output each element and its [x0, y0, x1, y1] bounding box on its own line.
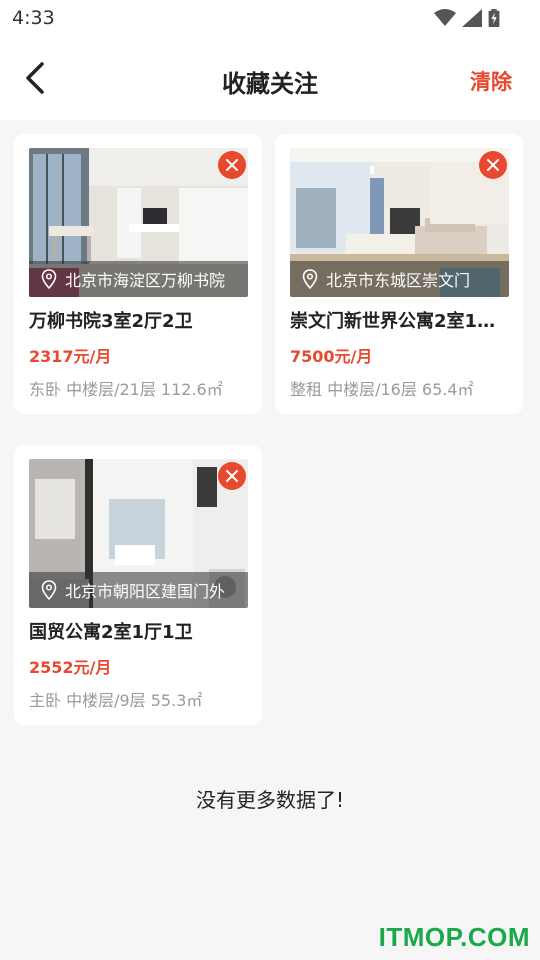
nav-bar: 收藏关注 清除: [0, 40, 540, 120]
address-text: 北京市朝阳区建国门外: [65, 582, 225, 601]
close-icon: [226, 159, 238, 171]
address-overlay: 北京市海淀区万柳书院: [29, 261, 248, 297]
listing-title: 崇文门新世界公寓2室1厅1卫: [290, 311, 512, 332]
listing-photo[interactable]: 北京市海淀区万柳书院: [29, 148, 248, 297]
close-icon: [487, 159, 499, 171]
wifi-icon: [434, 9, 456, 26]
listing-price: 2317元/月: [29, 347, 112, 366]
listing-meta: 主卧 中楼层/9层 55.3㎡: [29, 691, 203, 710]
status-bar: 4:33: [0, 0, 540, 40]
listing-title: 国贸公寓2室1厅1卫: [29, 622, 193, 643]
remove-favorite-button[interactable]: [218, 151, 246, 179]
remove-favorite-button[interactable]: [479, 151, 507, 179]
listing-meta: 整租 中楼层/16层 65.4㎡: [290, 380, 474, 399]
favorite-card[interactable]: 北京市海淀区万柳书院 万柳书院3室2厅2卫 2317元/月 东卧 中楼层/21层…: [14, 134, 262, 414]
location-pin-icon: [41, 580, 57, 600]
listing-photo[interactable]: 北京市朝阳区建国门外: [29, 459, 248, 608]
address-overlay: 北京市朝阳区建国门外: [29, 572, 248, 608]
status-time: 4:33: [12, 7, 55, 29]
listing-price: 2552元/月: [29, 658, 112, 677]
listing-title: 万柳书院3室2厅2卫: [29, 311, 193, 332]
status-icons: [434, 8, 500, 28]
location-pin-icon: [302, 269, 318, 289]
listing-photo[interactable]: 北京市东城区崇文门: [290, 148, 509, 297]
address-text: 北京市海淀区万柳书院: [65, 271, 225, 290]
clear-button[interactable]: 清除: [470, 66, 512, 96]
watermark-text: ITMOP.COM: [378, 922, 530, 952]
favorite-card[interactable]: 北京市东城区崇文门 崇文门新世界公寓2室1厅1卫 7500元/月 整租 中楼层/…: [275, 134, 523, 414]
location-pin-icon: [41, 269, 57, 289]
address-overlay: 北京市东城区崇文门: [290, 261, 509, 297]
no-more-data-text: 没有更多数据了!: [195, 788, 345, 812]
close-icon: [226, 470, 238, 482]
favorite-card[interactable]: 北京市朝阳区建国门外 国贸公寓2室1厅1卫 2552元/月 主卧 中楼层/9层 …: [14, 445, 262, 725]
page-title: 收藏关注: [222, 70, 318, 98]
battery-charging-icon: [488, 9, 500, 27]
address-text: 北京市东城区崇文门: [326, 271, 471, 290]
remove-favorite-button[interactable]: [218, 462, 246, 490]
signal-icon: [462, 9, 482, 27]
listing-meta: 东卧 中楼层/21层 112.6㎡: [29, 380, 223, 399]
listing-price: 7500元/月: [290, 347, 373, 366]
